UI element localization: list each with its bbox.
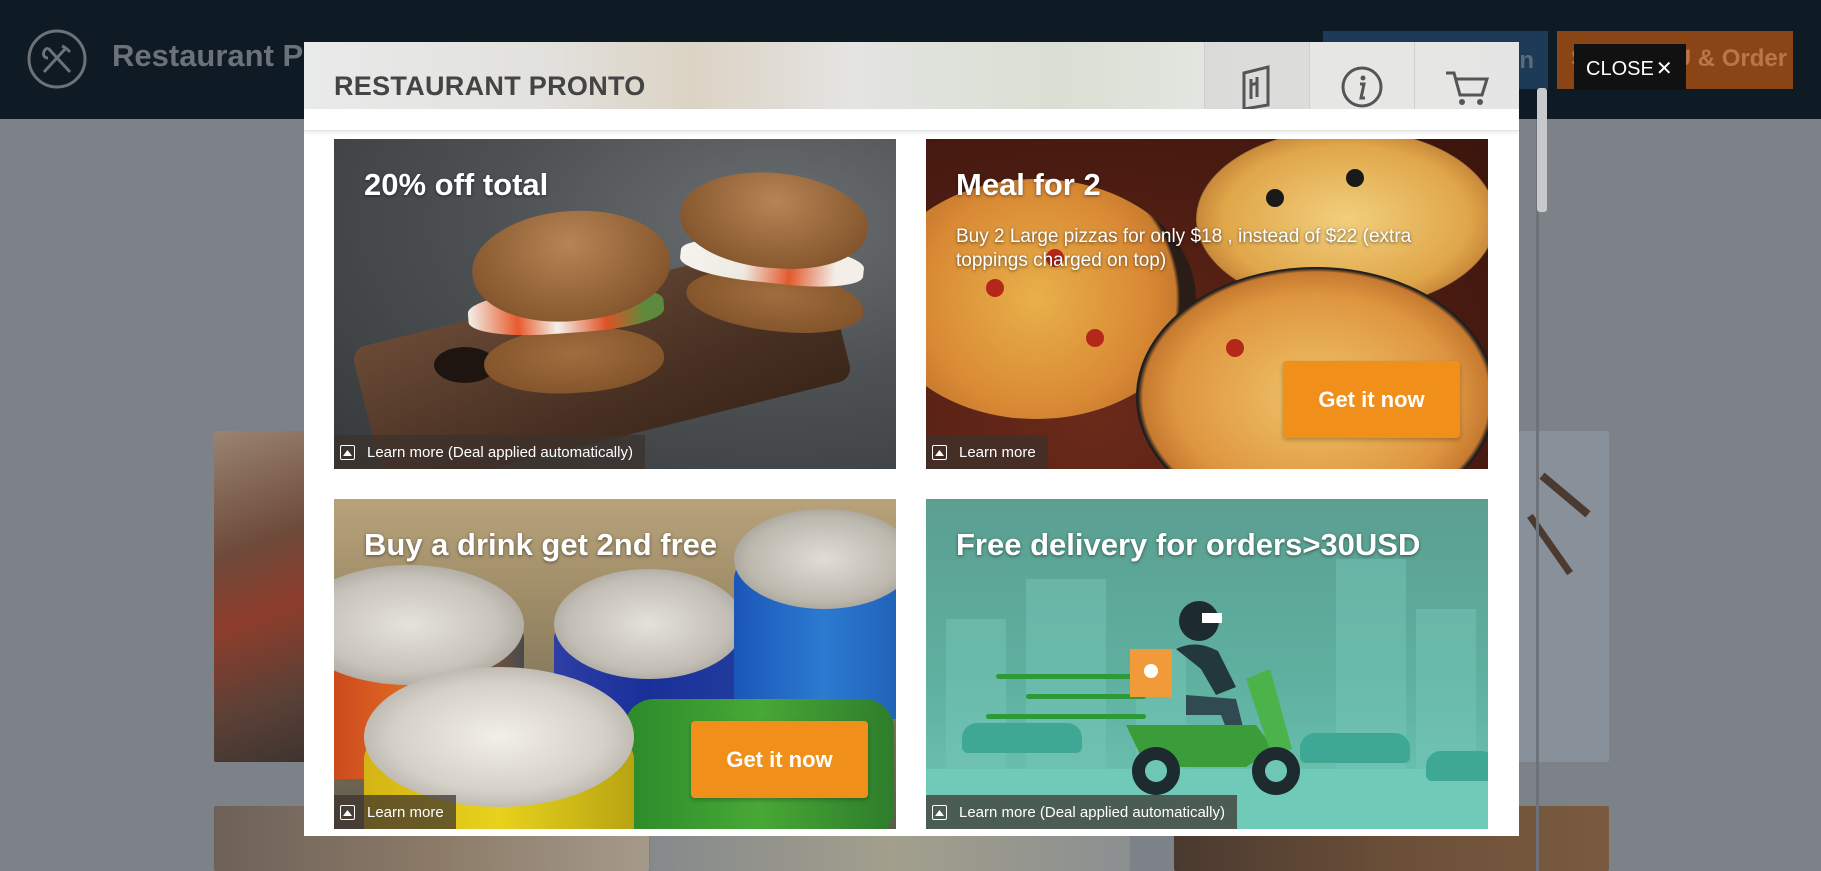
modal-scroll-track: [1536, 119, 1539, 871]
get-it-now-button[interactable]: Get it now: [1283, 361, 1460, 438]
learn-more-label: Learn more (Deal applied automatically): [367, 443, 633, 461]
learn-more-link[interactable]: Learn more: [334, 795, 456, 829]
pizza-topping: [1266, 189, 1284, 207]
pizza-topping: [1086, 329, 1104, 347]
pizza-topping: [1346, 169, 1364, 187]
deal-card-meal-for-2[interactable]: Meal for 2 Buy 2 Large pizzas for only $…: [926, 139, 1488, 469]
expand-up-icon: [340, 444, 355, 460]
close-label: CLOSE: [1586, 58, 1654, 80]
modal-header-divider: [304, 109, 1519, 131]
close-button[interactable]: CLOSE ✕: [1574, 44, 1686, 90]
deal-title: 20% off total: [364, 167, 549, 202]
learn-more-label: Learn more (Deal applied automatically): [959, 803, 1225, 821]
can-image: [364, 667, 634, 807]
deal-description: Buy 2 Large pizzas for only $18 , instea…: [956, 226, 1412, 271]
info-icon: [1341, 66, 1383, 107]
menu-icon: [1242, 64, 1270, 109]
get-it-now-button[interactable]: Get it now: [691, 721, 868, 798]
car-silhouette: [1426, 751, 1488, 781]
deal-title: Meal for 2: [956, 167, 1101, 202]
deal-card-free-delivery[interactable]: Free delivery for orders>30USD Learn mor…: [926, 499, 1488, 829]
learn-more-link[interactable]: Learn more (Deal applied automatically): [926, 795, 1237, 829]
pizza-topping: [1226, 339, 1244, 357]
car-silhouette: [962, 723, 1082, 753]
close-icon: ✕: [1655, 58, 1673, 80]
background-food-card: [214, 431, 306, 762]
deal-title: Buy a drink get 2nd free: [364, 527, 718, 562]
pizza-topping: [986, 279, 1004, 297]
can-image: [554, 569, 744, 679]
cart-icon: [1446, 71, 1490, 105]
modal-scrollbar-thumb[interactable]: [1537, 88, 1547, 212]
learn-more-label: Learn more: [959, 443, 1036, 461]
restaurant-logo-icon: [27, 29, 87, 89]
expand-up-icon: [932, 804, 947, 820]
expand-up-icon: [932, 444, 947, 460]
learn-more-label: Learn more: [367, 803, 444, 821]
learn-more-link[interactable]: Learn more (Deal applied automatically): [334, 435, 645, 469]
deal-card-drink[interactable]: Buy a drink get 2nd free Get it now Lear…: [334, 499, 896, 829]
modal-header: RESTAURANT PRONTO: [304, 42, 1519, 131]
expand-up-icon: [340, 804, 355, 820]
deal-title: Free delivery for orders>30USD: [956, 527, 1421, 562]
city-building: [1416, 609, 1476, 769]
learn-more-link[interactable]: Learn more: [926, 435, 1048, 469]
modal-title: RESTAURANT PRONTO: [334, 71, 646, 101]
deal-card-discount[interactable]: 20% off total Learn more (Deal applied a…: [334, 139, 896, 469]
